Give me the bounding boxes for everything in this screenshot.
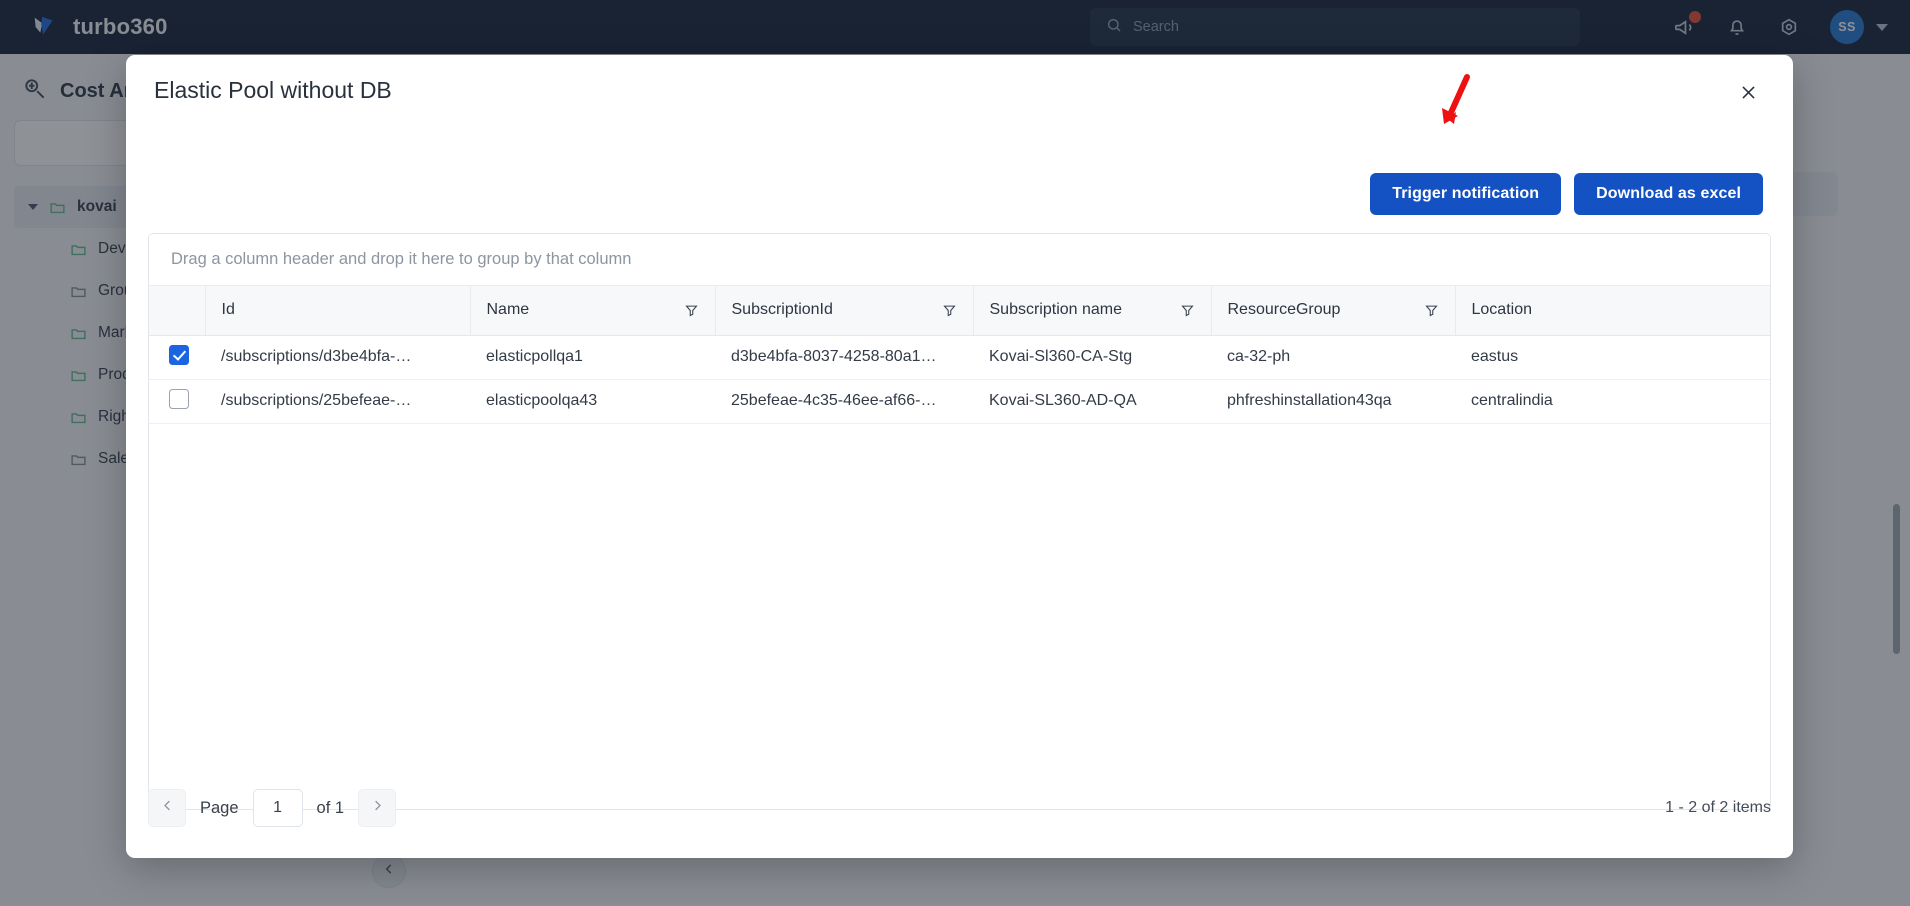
column-header-subscription-name[interactable]: Subscription name — [973, 286, 1212, 336]
total-pages-label: of 1 — [316, 798, 345, 817]
column-header-location[interactable]: Location — [1455, 286, 1770, 336]
data-grid: Drag a column header and drop it here to… — [148, 233, 1771, 810]
column-header-name[interactable]: Name — [470, 286, 716, 336]
cell-resourcegroup: ca-32-ph — [1211, 335, 1455, 380]
item-count-label: 1 - 2 of 2 items — [1665, 799, 1771, 816]
cell-name: elasticpollqa1 — [470, 335, 715, 380]
row-checkbox[interactable] — [169, 388, 189, 409]
column-header-subscriptionid[interactable]: SubscriptionId — [715, 286, 974, 336]
modal-title: Elastic Pool without DB — [154, 77, 392, 103]
previous-page-button[interactable] — [148, 789, 186, 827]
column-header-label: Location — [1471, 301, 1533, 319]
grid-table: Id Name SubscriptionId Subscription name… — [149, 286, 1770, 424]
filter-funnel-icon[interactable] — [942, 303, 957, 318]
cell-location: centralindia — [1455, 379, 1770, 424]
cell-resourcegroup: phfreshinstallation43qa — [1211, 379, 1455, 424]
cell-name: elasticpoolqa43 — [470, 379, 715, 424]
cell-subscriptionid: 25befeae-4c35-46ee-af66-… — [715, 379, 973, 424]
filter-funnel-icon[interactable] — [1424, 303, 1439, 318]
group-by-dropzone[interactable]: Drag a column header and drop it here to… — [149, 234, 1770, 286]
column-header-label: SubscriptionId — [731, 301, 833, 319]
modal-action-buttons: Trigger notification Download as excel — [1370, 173, 1763, 215]
filter-funnel-icon[interactable] — [684, 303, 699, 318]
grid-header-row: Id Name SubscriptionId Subscription name… — [149, 286, 1770, 336]
cell-location: eastus — [1455, 335, 1770, 380]
elastic-pool-modal: Elastic Pool without DB Trigger notifica… — [126, 55, 1793, 858]
download-as-excel-button[interactable]: Download as excel — [1574, 173, 1763, 215]
column-header-label: ResourceGroup — [1227, 301, 1341, 319]
cell-subscriptionid: d3be4bfa-8037-4258-80a1… — [715, 335, 973, 380]
select-all-header — [149, 286, 206, 336]
row-checkbox[interactable] — [169, 344, 189, 365]
cell-subscription-name: Kovai-SL360-AD-QA — [973, 379, 1211, 424]
column-header-label: Id — [221, 301, 235, 319]
column-header-resourcegroup[interactable]: ResourceGroup — [1211, 286, 1456, 336]
column-header-id[interactable]: Id — [205, 286, 471, 336]
page-number-input[interactable] — [252, 789, 303, 827]
row-checkbox-cell — [149, 379, 205, 424]
cell-id: /subscriptions/25befeae-… — [205, 379, 470, 424]
column-header-label: Subscription name — [989, 301, 1123, 319]
filter-funnel-icon[interactable] — [1180, 303, 1195, 318]
next-page-button[interactable] — [358, 789, 397, 827]
chevron-right-icon — [370, 798, 385, 818]
pagination: Page of 1 1 - 2 of 2 items — [148, 786, 1771, 830]
group-by-hint: Drag a column header and drop it here to… — [171, 250, 632, 268]
column-header-label: Name — [486, 301, 530, 319]
table-row[interactable]: /subscriptions/d3be4bfa-… elasticpollqa1… — [149, 335, 1770, 380]
table-row[interactable]: /subscriptions/25befeae-… elasticpoolqa4… — [149, 379, 1770, 424]
chevron-left-icon — [160, 798, 175, 818]
app-root: Cost Analysis kovai Development — [0, 0, 1910, 906]
row-checkbox-cell — [149, 335, 205, 380]
close-icon[interactable] — [1733, 77, 1763, 107]
trigger-notification-button[interactable]: Trigger notification — [1370, 173, 1562, 215]
page-label: Page — [200, 798, 239, 817]
cell-subscription-name: Kovai-Sl360-CA-Stg — [973, 335, 1211, 380]
cell-id: /subscriptions/d3be4bfa-… — [205, 335, 470, 380]
